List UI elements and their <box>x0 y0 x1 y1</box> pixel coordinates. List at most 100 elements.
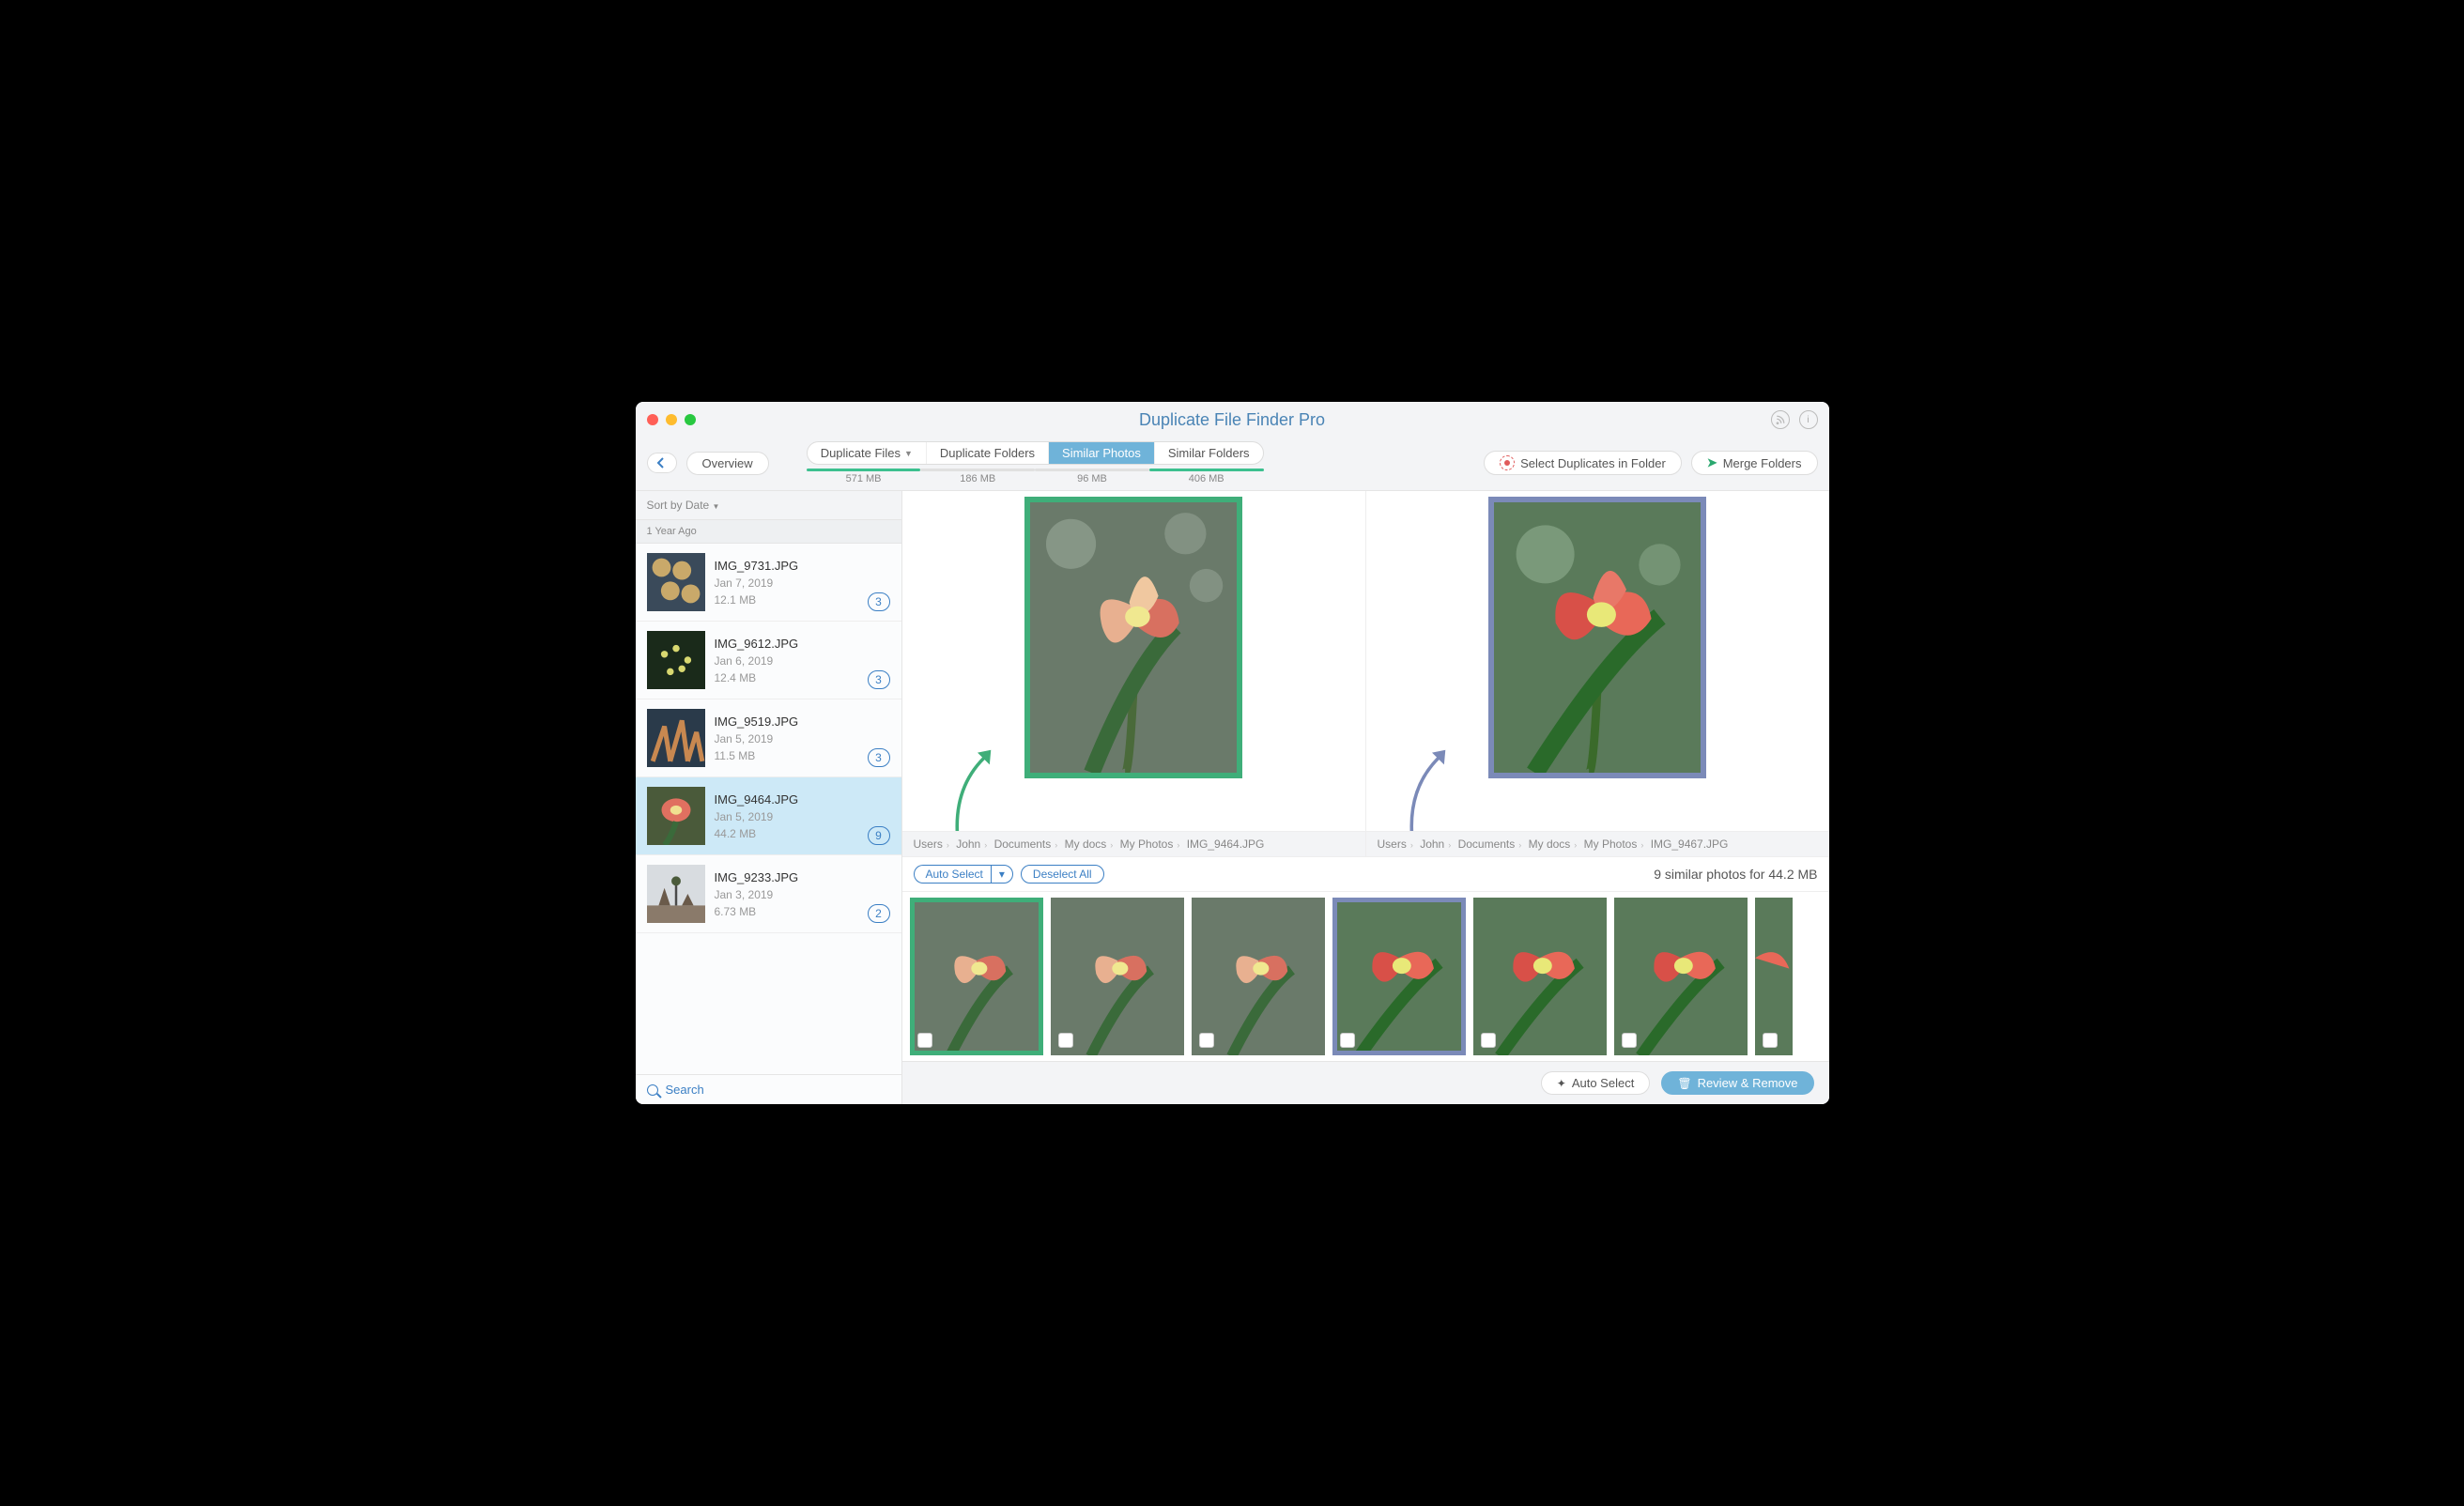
arrow-icon <box>1394 745 1470 838</box>
preview-image[interactable] <box>1488 497 1706 778</box>
zoom-icon[interactable] <box>685 414 696 425</box>
auto-select-button[interactable]: Auto Select <box>914 865 991 884</box>
file-name: IMG_9233.JPG <box>715 870 858 884</box>
actions-row: Auto Select ▾ Deselect All 9 similar pho… <box>902 857 1829 892</box>
list-item[interactable]: IMG_9731.JPG Jan 7, 2019 12.1 MB 3 <box>636 544 901 622</box>
file-date: Jan 3, 2019 <box>715 888 858 901</box>
count-badge: 3 <box>868 592 890 611</box>
target-icon <box>1500 455 1515 470</box>
checkbox[interactable] <box>1763 1033 1778 1048</box>
info-icon[interactable]: i <box>1799 410 1818 429</box>
file-date: Jan 6, 2019 <box>715 654 858 668</box>
checkbox[interactable] <box>1481 1033 1496 1048</box>
file-date: Jan 7, 2019 <box>715 576 858 590</box>
search-icon <box>647 1084 658 1096</box>
checkbox[interactable] <box>1340 1033 1355 1048</box>
sort-label: Sort by Date <box>647 499 710 512</box>
chevron-down-icon: ▼ <box>904 449 913 458</box>
tab-size: 406 MB <box>1149 469 1264 484</box>
trash-icon: 🗑 <box>1677 1077 1691 1090</box>
compare-left: Users› John› Documents› My docs› My Phot… <box>902 491 1365 857</box>
tab-similar-folders[interactable]: Similar Folders <box>1155 442 1263 464</box>
deselect-all-button[interactable]: Deselect All <box>1021 865 1104 884</box>
wand-icon: ✦ <box>1557 1077 1566 1090</box>
list-item[interactable]: IMG_9464.JPG Jan 5, 2019 44.2 MB 9 <box>636 777 901 855</box>
button-label: Auto Select <box>1572 1076 1635 1090</box>
file-size: 6.73 MB <box>715 905 858 918</box>
file-date: Jan 5, 2019 <box>715 732 858 745</box>
select-duplicates-button[interactable]: Select Duplicates in Folder <box>1484 451 1682 475</box>
titlebar: Duplicate File Finder Pro i <box>636 402 1829 438</box>
checkbox[interactable] <box>1058 1033 1073 1048</box>
search-input[interactable]: Search <box>636 1074 901 1104</box>
thumbnail <box>647 787 705 845</box>
search-placeholder: Search <box>666 1083 704 1097</box>
file-list[interactable]: IMG_9731.JPG Jan 7, 2019 12.1 MB 3 IMG_9… <box>636 544 901 1074</box>
strip-thumbnail[interactable] <box>1192 898 1325 1055</box>
compare-pane: Users› John› Documents› My docs› My Phot… <box>902 491 1829 857</box>
button-label: Select Duplicates in Folder <box>1520 456 1666 470</box>
tab-duplicate-folders[interactable]: Duplicate Folders <box>927 442 1049 464</box>
file-size: 11.5 MB <box>715 749 858 762</box>
file-size: 12.1 MB <box>715 593 858 607</box>
tab-label: Duplicate Files <box>821 446 901 460</box>
compare-right: Users› John› Documents› My docs› My Phot… <box>1365 491 1829 857</box>
strip-thumbnail[interactable] <box>1614 898 1748 1055</box>
chevron-down-icon: ▼ <box>713 502 720 511</box>
strip-thumbnail[interactable] <box>1473 898 1607 1055</box>
tab-duplicate-files[interactable]: Duplicate Files ▼ <box>808 442 927 464</box>
toolbar: Overview Duplicate Files ▼ Duplicate Fol… <box>636 438 1829 484</box>
footer-auto-select-button[interactable]: ✦ Auto Select <box>1541 1071 1651 1095</box>
button-label: Merge Folders <box>1723 456 1802 470</box>
breadcrumb[interactable]: Users› John› Documents› My docs› My Phot… <box>902 831 1365 857</box>
checkbox[interactable] <box>917 1033 932 1048</box>
main: Users› John› Documents› My docs› My Phot… <box>902 491 1829 1104</box>
checkbox[interactable] <box>1622 1033 1637 1048</box>
file-date: Jan 5, 2019 <box>715 810 858 823</box>
preview-image[interactable] <box>1024 497 1242 778</box>
file-name: IMG_9731.JPG <box>715 559 858 573</box>
minimize-icon[interactable] <box>666 414 677 425</box>
arrow-icon <box>940 745 1015 838</box>
thumbnail <box>647 553 705 611</box>
tab-size: 571 MB <box>807 469 921 484</box>
file-size: 44.2 MB <box>715 827 858 840</box>
checkbox[interactable] <box>1199 1033 1214 1048</box>
file-name: IMG_9519.JPG <box>715 715 858 729</box>
tab-size: 96 MB <box>1035 469 1149 484</box>
footer: ✦ Auto Select 🗑 Review & Remove <box>902 1061 1829 1104</box>
button-label: Review & Remove <box>1698 1076 1798 1090</box>
overview-button[interactable]: Overview <box>686 452 769 475</box>
tab-label: Similar Photos <box>1062 446 1141 460</box>
tab-group: Duplicate Files ▼ Duplicate Folders Simi… <box>807 441 1264 484</box>
file-size: 12.4 MB <box>715 671 858 684</box>
list-item[interactable]: IMG_9612.JPG Jan 6, 2019 12.4 MB 3 <box>636 622 901 699</box>
strip-thumbnail[interactable] <box>910 898 1043 1055</box>
window-controls <box>647 414 696 425</box>
tab-similar-photos[interactable]: Similar Photos <box>1049 442 1155 464</box>
list-item[interactable]: IMG_9519.JPG Jan 5, 2019 11.5 MB 3 <box>636 699 901 777</box>
sidebar: Sort by Date ▼ 1 Year Ago IMG_9731.JPG J… <box>636 491 902 1104</box>
tab-label: Duplicate Folders <box>940 446 1035 460</box>
merge-folders-button[interactable]: ➤ Merge Folders <box>1691 451 1818 475</box>
thumbnail-strip[interactable] <box>902 892 1829 1061</box>
strip-thumbnail[interactable] <box>1332 898 1466 1055</box>
rss-icon[interactable] <box>1771 410 1790 429</box>
close-icon[interactable] <box>647 414 658 425</box>
count-badge: 2 <box>868 904 890 923</box>
file-name: IMG_9464.JPG <box>715 792 858 807</box>
app-title: Duplicate File Finder Pro <box>636 410 1829 430</box>
list-item[interactable]: IMG_9233.JPG Jan 3, 2019 6.73 MB 2 <box>636 855 901 933</box>
auto-select-dropdown[interactable]: ▾ <box>991 865 1013 884</box>
file-name: IMG_9612.JPG <box>715 637 858 651</box>
strip-thumbnail[interactable] <box>1755 898 1793 1055</box>
tab-size: 186 MB <box>920 469 1035 484</box>
group-header: 1 Year Ago <box>636 519 901 544</box>
review-remove-button[interactable]: 🗑 Review & Remove <box>1661 1071 1813 1095</box>
strip-thumbnail[interactable] <box>1051 898 1184 1055</box>
breadcrumb[interactable]: Users› John› Documents› My docs› My Phot… <box>1366 831 1829 857</box>
auto-select-split-button[interactable]: Auto Select ▾ <box>914 865 1013 884</box>
merge-icon: ➤ <box>1707 455 1717 470</box>
sort-dropdown[interactable]: Sort by Date ▼ <box>636 491 901 519</box>
back-button[interactable] <box>647 453 677 473</box>
